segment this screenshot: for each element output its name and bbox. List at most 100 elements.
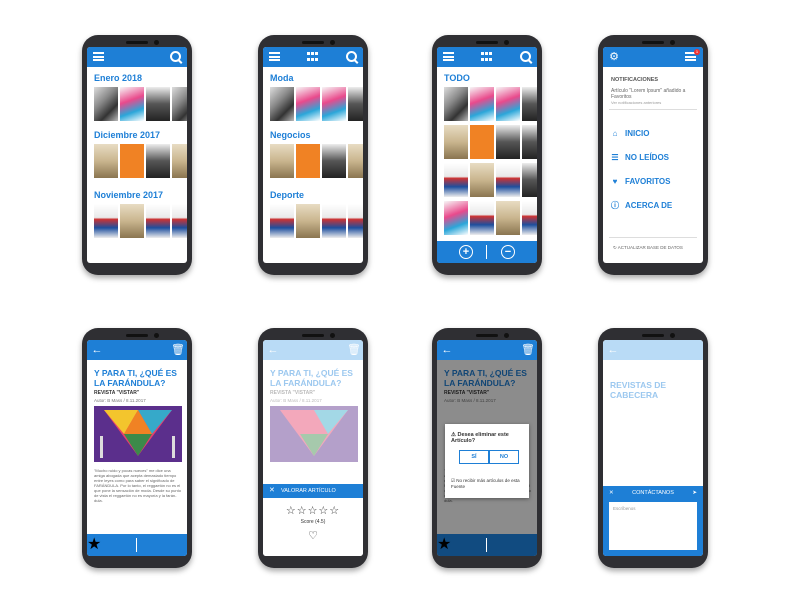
magazine-cover[interactable] — [296, 87, 320, 121]
magazine-cover[interactable] — [94, 204, 118, 238]
comment-icon[interactable]: ▤ — [437, 554, 537, 556]
magazine-cover[interactable] — [470, 87, 494, 121]
magazine-cover[interactable] — [120, 87, 144, 121]
search-icon[interactable] — [520, 51, 531, 62]
menu-item-acerca-de[interactable]: ⓘ ACERCA DE — [611, 201, 672, 210]
article-title: Y PARA TI, ¿QUÉ ES LA FARÁNDULA? — [270, 368, 353, 388]
contact-panel: ✕ CONTÁCTANOS ➤ Escríbenos — [603, 486, 703, 556]
magazine-cover[interactable] — [496, 163, 520, 197]
magazine-cover[interactable] — [348, 87, 363, 121]
arrow-left-icon[interactable]: ← — [607, 344, 619, 356]
magazine-cover[interactable] — [496, 201, 520, 235]
speaker — [476, 41, 498, 44]
star-rating[interactable]: ☆☆☆☆☆ — [263, 504, 363, 517]
magazine-cover[interactable] — [470, 201, 494, 235]
magazine-cover[interactable] — [348, 144, 363, 178]
dont-receive-checkbox[interactable]: ☑ No recibir más artículos de esta Fuent… — [451, 478, 529, 489]
sheet-header: ✕ VALORAR ARTÍCULO — [263, 484, 363, 498]
magazine-cover[interactable] — [470, 163, 494, 197]
section-title: Enero 2018 — [94, 73, 143, 83]
magazine-cover[interactable] — [146, 87, 170, 121]
magazine-cover[interactable] — [120, 204, 144, 238]
trash-icon[interactable]: 🗑 — [171, 344, 185, 356]
magazine-cover[interactable] — [444, 163, 468, 197]
magazine-cover[interactable] — [496, 125, 520, 159]
grid-icon[interactable] — [481, 52, 492, 62]
magazine-cover[interactable] — [146, 204, 170, 238]
menu-item-inicio[interactable]: ⌂ INICIO — [611, 128, 650, 138]
magazine-cover[interactable] — [94, 87, 118, 121]
magazine-cover[interactable] — [146, 144, 170, 178]
article-meta: Autor: B Mass / 8.11.2017 — [94, 398, 146, 403]
divider — [609, 109, 697, 110]
hamburger-icon[interactable] — [269, 52, 280, 61]
magazine-cover[interactable] — [470, 125, 494, 159]
menu-item-favoritos[interactable]: ♥ FAVORITOS — [611, 177, 671, 186]
magazine-cover[interactable] — [270, 87, 294, 121]
hamburger-icon[interactable] — [443, 52, 454, 61]
magazine-cover[interactable] — [522, 125, 537, 159]
close-icon[interactable]: ✕ — [269, 484, 275, 498]
magazine-cover[interactable] — [270, 144, 294, 178]
magazine-cover[interactable] — [522, 87, 537, 121]
search-icon[interactable] — [346, 51, 357, 62]
comment-icon[interactable]: ▤ — [87, 554, 187, 556]
star-icon[interactable]: ★ — [87, 534, 187, 554]
search-icon[interactable] — [170, 51, 181, 62]
zoom-out-button[interactable]: − — [501, 245, 515, 259]
zoom-in-button[interactable]: + — [459, 245, 473, 259]
arrow-left-icon[interactable]: ← — [267, 344, 279, 356]
screen: TODO + − — [437, 47, 537, 263]
close-icon[interactable]: ✕ — [609, 486, 614, 500]
magazine-cover[interactable] — [348, 204, 363, 238]
no-button[interactable]: NO — [489, 450, 519, 464]
magazine-row — [270, 144, 363, 178]
notification-badge: 1 — [694, 49, 700, 55]
message-input[interactable]: Escríbenos — [609, 502, 697, 550]
arrow-left-icon[interactable]: ← — [441, 344, 453, 356]
heart-icon: ♥ — [612, 176, 618, 186]
magazine-cover[interactable] — [444, 125, 468, 159]
trash-icon[interactable]: 🗑 — [521, 344, 535, 356]
magazine-cover[interactable] — [522, 201, 537, 235]
star-icon[interactable]: ★ — [437, 534, 537, 554]
article-illustration — [94, 406, 182, 462]
magazine-cover[interactable] — [172, 87, 187, 121]
heart-icon[interactable]: ♡ — [263, 529, 363, 542]
magazine-cover[interactable] — [322, 87, 346, 121]
page-title: REVISTAS DE CABECERA — [610, 380, 667, 400]
menu-item-no-leidos[interactable]: ☰ NO LEÍDOS — [611, 153, 669, 162]
magazine-cover[interactable] — [296, 144, 320, 178]
magazine-cover[interactable] — [322, 144, 346, 178]
notification-text[interactable]: Artículo "Lorem Ipsum" añadido a Favorit… — [611, 88, 701, 100]
magazine-row — [444, 163, 537, 197]
magazine-cover[interactable] — [120, 144, 144, 178]
magazine-cover[interactable] — [270, 204, 294, 238]
section-title: Negocios — [270, 130, 311, 140]
hamburger-icon[interactable] — [93, 52, 104, 61]
screen: ← 🗑 Y PARA TI, ¿QUÉ ES LA FARÁNDULA? REV… — [437, 340, 537, 556]
yes-button[interactable]: SÍ — [459, 450, 489, 464]
update-database-button[interactable]: ↻ ACTUALIZAR BASE DE DATOS — [613, 245, 683, 251]
magazine-cover[interactable] — [172, 204, 187, 238]
magazine-cover[interactable] — [444, 201, 468, 235]
trash-icon[interactable]: 🗑 — [347, 344, 361, 356]
magazine-cover[interactable] — [496, 87, 520, 121]
magazine-cover[interactable] — [522, 163, 537, 197]
magazine-cover[interactable] — [296, 204, 320, 238]
article-meta: Autor: B Mass / 8.11.2017 — [270, 398, 322, 403]
previous-notifications-link[interactable]: Ver notificaciones anteriores — [611, 100, 661, 105]
magazine-cover[interactable] — [94, 144, 118, 178]
camera — [330, 40, 335, 45]
grid-icon[interactable] — [307, 52, 318, 62]
magazine-cover[interactable] — [172, 144, 187, 178]
magazine-cover[interactable] — [322, 204, 346, 238]
gear-icon[interactable]: ⚙ — [608, 51, 620, 63]
section-title: Noviembre 2017 — [94, 190, 164, 200]
magazine-cover[interactable] — [444, 87, 468, 121]
top-bar — [437, 47, 537, 67]
arrow-left-icon[interactable]: ← — [91, 344, 103, 356]
send-icon[interactable]: ➤ — [692, 486, 697, 500]
menu-label: INICIO — [625, 129, 650, 138]
home-icon: ⌂ — [612, 128, 618, 138]
